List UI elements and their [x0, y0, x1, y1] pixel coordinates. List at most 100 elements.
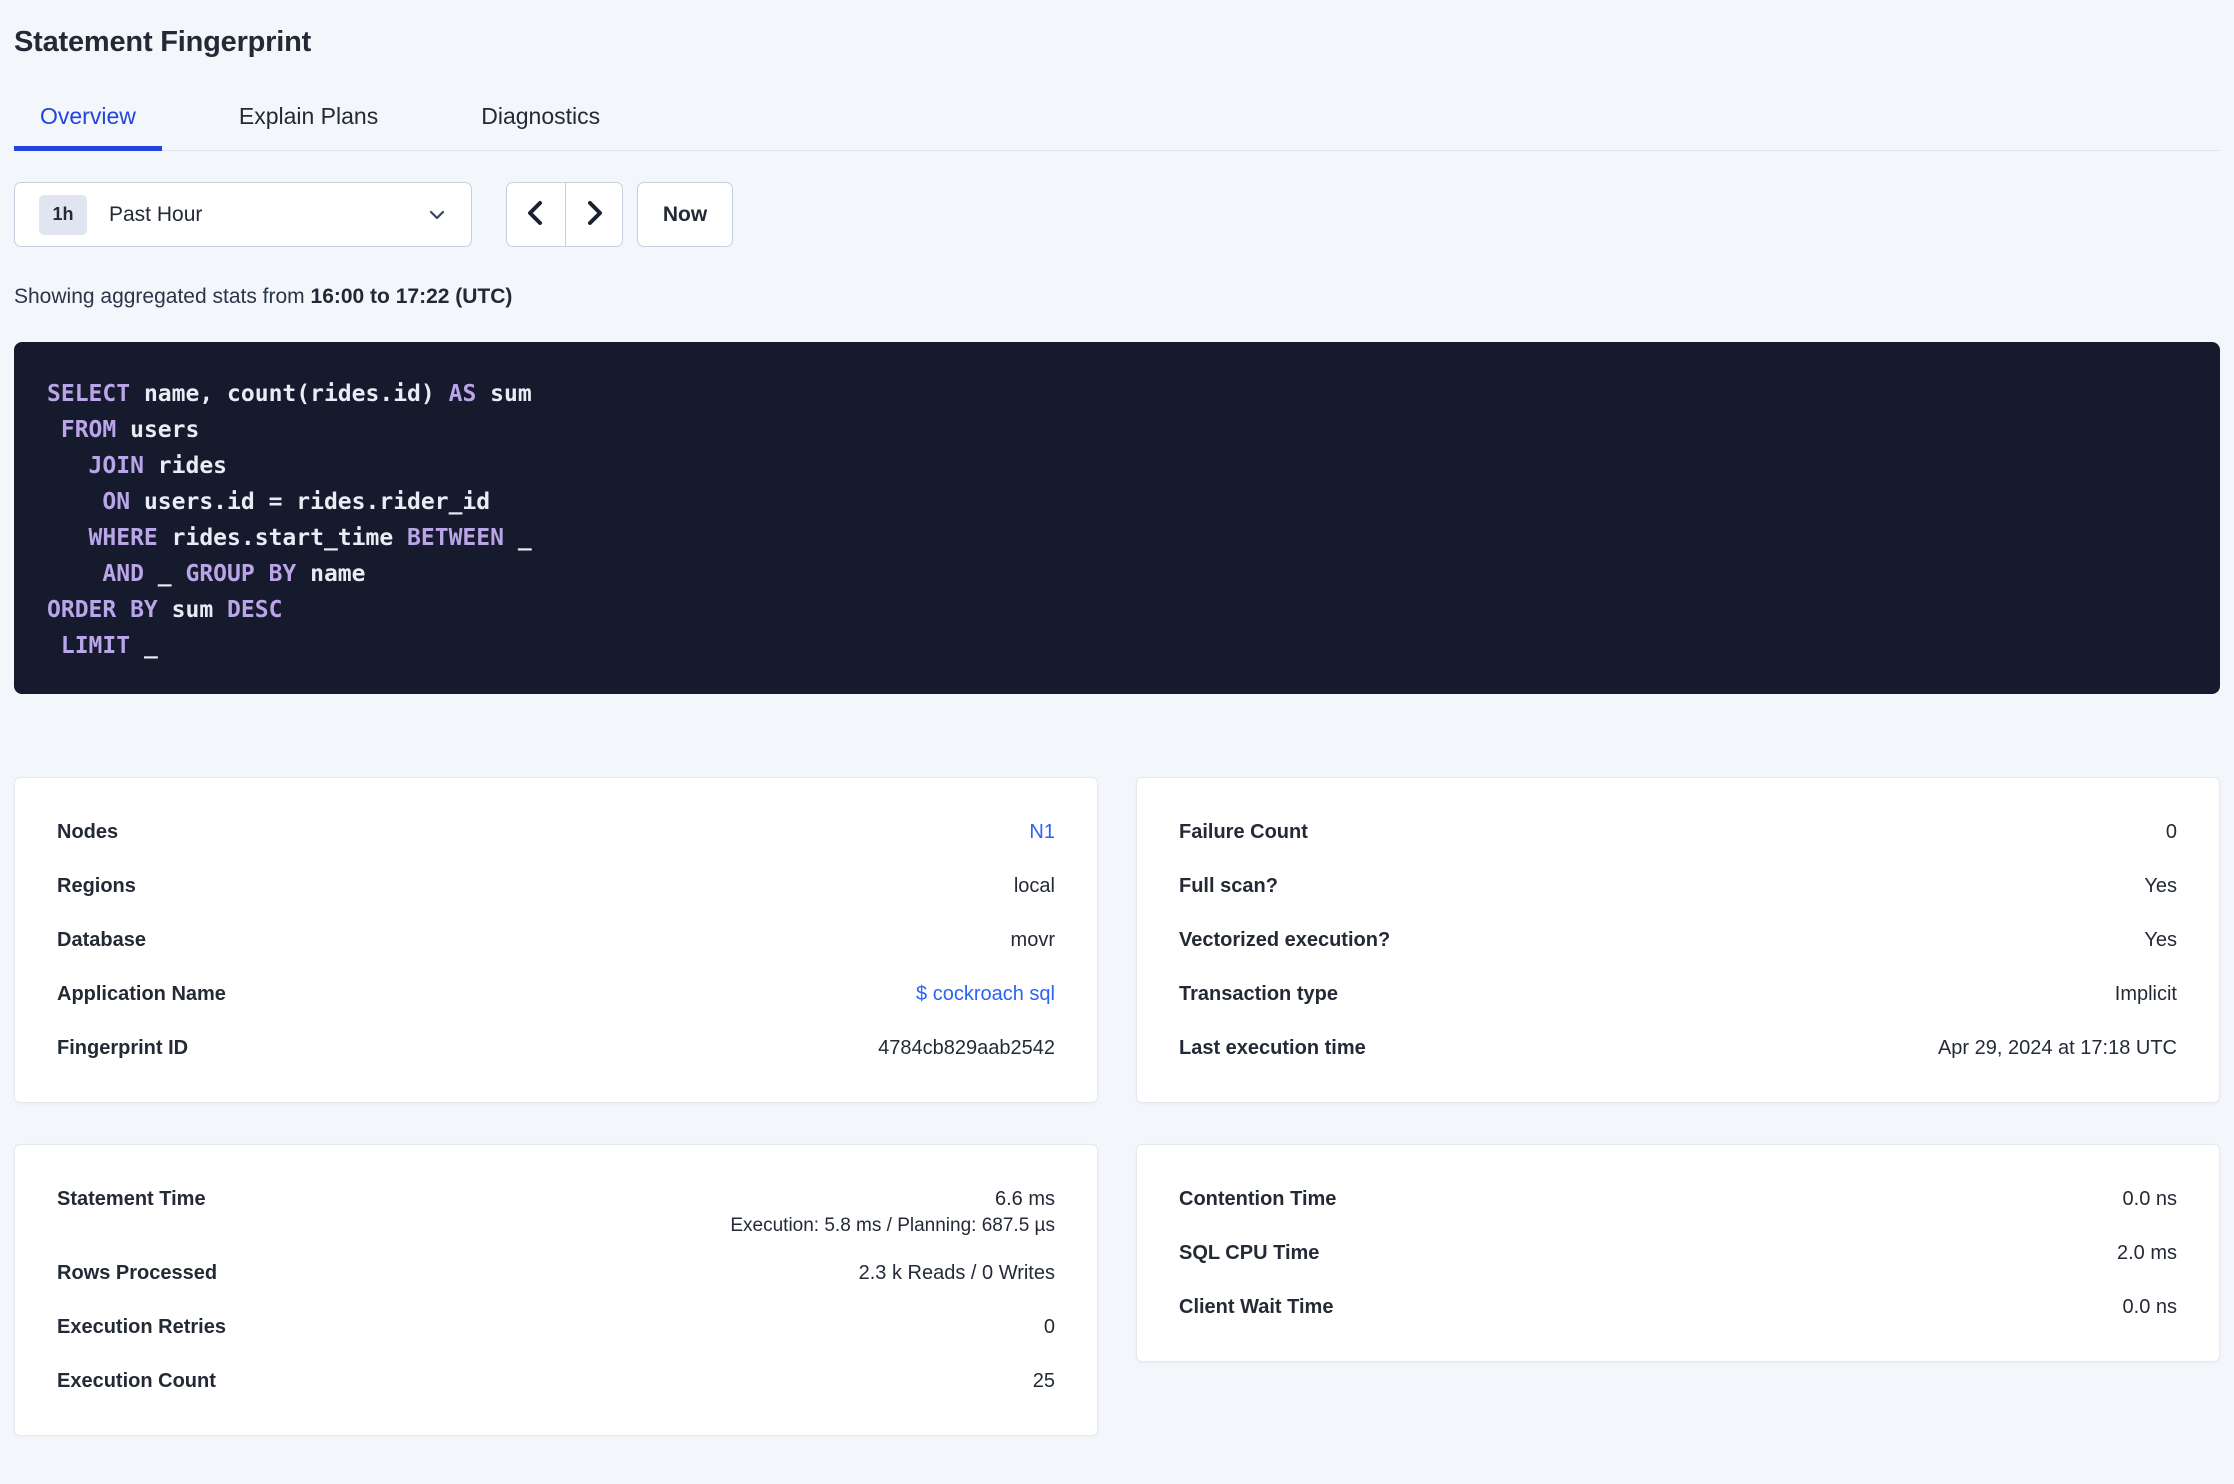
stat-value-group: 0.0 ns — [2123, 1172, 2177, 1226]
sql-keyword: ORDER BY — [47, 597, 158, 623]
stat-value-link[interactable]: $ cockroach sql — [916, 967, 1055, 1021]
tab-overview-label: Overview — [40, 103, 136, 129]
stat-value: Implicit — [2114, 983, 2177, 1005]
stat-row: Rows Processed 2.3 k Reads / 0 Writes — [15, 1246, 1097, 1300]
sql-keyword: AS — [448, 381, 477, 407]
stat-value-group: 0 — [1044, 1300, 1055, 1354]
sql-keyword: WHERE — [88, 525, 158, 551]
stat-value-link[interactable]: N1 — [1029, 805, 1055, 859]
time-pager — [506, 182, 623, 247]
stat-row: Application Name $ cockroach sql — [15, 967, 1097, 1021]
tab-overview[interactable]: Overview — [14, 103, 162, 151]
sql-keyword: JOIN — [88, 453, 144, 479]
execution-attributes-card: Failure Count 0 Full scan? Yes Vectorized ex… — [1136, 777, 2220, 1103]
now-button[interactable]: Now — [637, 182, 733, 247]
sql-text: _ — [130, 633, 158, 659]
prev-time-button[interactable] — [507, 183, 565, 246]
sql-line: LIMIT _ — [47, 628, 2187, 664]
sql-text: users — [116, 417, 200, 443]
stat-value-group: movr — [1011, 913, 1055, 967]
stat-value-group: 0 — [2166, 805, 2177, 859]
stat-row: Client Wait Time 0.0 ns — [1137, 1280, 2219, 1334]
time-range-dropdown[interactable]: 1h Past Hour — [14, 182, 472, 247]
stat-row: Fingerprint ID 4784cb829aab2542 — [15, 1021, 1097, 1075]
stat-row: Contention Time 0.0 ns — [1137, 1172, 2219, 1226]
sql-line: ON users.id = rides.rider_id — [47, 484, 2187, 520]
sql-text: _ — [503, 525, 532, 551]
sql-text: rides — [143, 453, 228, 479]
time-picker-toolbar: 1h Past Hour Now — [14, 182, 2220, 247]
stat-value-group: Apr 29, 2024 at 17:18 UTC — [1938, 1021, 2177, 1075]
tab-explain-plans[interactable]: Explain Plans — [213, 103, 404, 150]
stat-label: Transaction type — [1179, 983, 1338, 1005]
now-button-label: Now — [662, 202, 708, 226]
stat-value-group: 2.0 ms — [2117, 1226, 2177, 1280]
stat-value-group: 25 — [1033, 1354, 1055, 1408]
chevron-right-icon — [581, 200, 607, 229]
time-range-badge: 1h — [39, 194, 87, 235]
stat-value: Yes — [2144, 875, 2177, 897]
sql-text: sum — [157, 597, 228, 623]
stat-label: Failure Count — [1179, 821, 1308, 843]
stat-value-group: $ cockroach sql — [916, 967, 1055, 1021]
sql-keyword: FROM — [60, 417, 117, 443]
stat-value: 0 — [1043, 1316, 1055, 1338]
stat-value: 4784cb829aab2542 — [878, 1037, 1055, 1059]
aggregation-note-range: 16:00 to 17:22 (UTC) — [310, 285, 513, 308]
sql-keyword: SELECT — [47, 381, 131, 407]
stat-label: Fingerprint ID — [57, 1037, 189, 1059]
stat-value: Yes — [2144, 929, 2177, 951]
sql-text: _ — [143, 561, 186, 587]
sql-line: ORDER BY sum DESC — [47, 592, 2187, 628]
stat-value-group: Implicit — [2115, 967, 2177, 1021]
statement-fingerprint-page: Statement Fingerprint Overview Explain P… — [0, 26, 2234, 1436]
stat-value-group: 4784cb829aab2542 — [878, 1021, 1055, 1075]
stat-label: Execution Retries — [57, 1316, 226, 1338]
stat-row: Full scan? Yes — [1137, 859, 2219, 913]
stat-value: 25 — [1032, 1370, 1055, 1392]
sql-keyword: DESC — [227, 597, 283, 623]
statement-timing-card: Statement Time 6.6 ms Execution: 5.8 ms / … — [14, 1144, 1098, 1436]
stat-value: 0.0 ns — [2122, 1188, 2177, 1210]
sql-line: WHERE rides.start_time BETWEEN _ — [47, 520, 2187, 556]
sql-text: users.id = rides.rider_id — [130, 489, 491, 515]
sql-keyword: GROUP BY — [185, 561, 297, 587]
sql-text: name — [296, 561, 366, 587]
sql-statement-box: SELECT name, count(rides.id) AS sum FROM… — [14, 342, 2220, 694]
statement-info-card: Nodes N1 Regions local Database movr Applicati… — [14, 777, 1098, 1103]
tab-explain-plans-label: Explain Plans — [238, 103, 379, 129]
next-time-button[interactable] — [564, 183, 622, 246]
stat-label: Full scan? — [1179, 875, 1278, 897]
stat-row: Regions local — [15, 859, 1097, 913]
stat-row: Execution Retries 0 — [15, 1300, 1097, 1354]
stat-value: 2.0 ms — [2116, 1242, 2177, 1264]
sql-line: SELECT name, count(rides.id) AS sum — [47, 376, 2187, 412]
stat-row: Database movr — [15, 913, 1097, 967]
wait-time-card: Contention Time 0.0 ns SQL CPU Time 2.0 ms C… — [1136, 1144, 2220, 1362]
stat-label: Nodes — [57, 821, 119, 843]
stat-row: Transaction type Implicit — [1137, 967, 2219, 1021]
chevron-down-icon — [427, 205, 447, 225]
sql-text: sum — [476, 381, 532, 407]
sql-keyword: LIMIT — [60, 633, 131, 659]
stat-value: movr — [1010, 929, 1055, 951]
sql-line: JOIN rides — [47, 448, 2187, 484]
stat-value-group: 6.6 ms Execution: 5.8 ms / Planning: 687.… — [730, 1172, 1055, 1246]
stat-row: Failure Count 0 — [1137, 805, 2219, 859]
stat-value-detail: Execution: 5.8 ms / Planning: 687.5 µs — [730, 1215, 1055, 1236]
stat-row: Nodes N1 — [15, 805, 1097, 859]
stat-value-group: N1 — [1029, 805, 1055, 859]
sql-line: FROM users — [47, 412, 2187, 448]
page-title: Statement Fingerprint — [14, 26, 312, 58]
tab-diagnostics[interactable]: Diagnostics — [455, 103, 626, 150]
summary-cards: Nodes N1 Regions local Database movr Applicati… — [14, 777, 2220, 1436]
stat-row: Last execution time Apr 29, 2024 at 17:18… — [1137, 1021, 2219, 1075]
aggregation-note-prefix: Showing aggregated stats from — [14, 285, 311, 308]
stat-label: Rows Processed — [57, 1262, 218, 1284]
sql-keyword: ON — [102, 489, 131, 515]
